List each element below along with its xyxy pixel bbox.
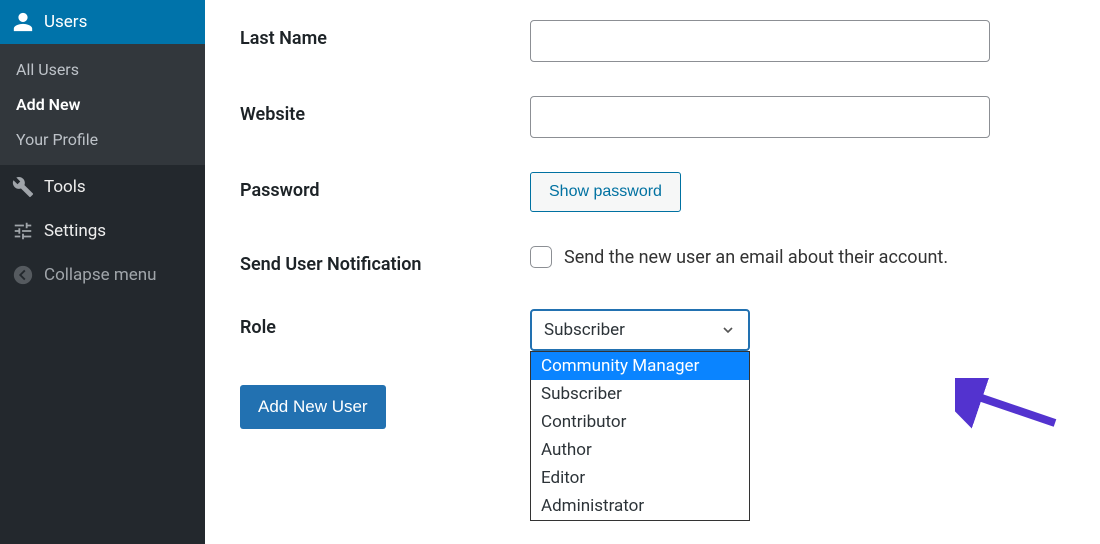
wrench-icon — [12, 176, 34, 198]
show-password-button[interactable]: Show password — [530, 172, 681, 212]
role-option-subscriber[interactable]: Subscriber — [531, 380, 749, 408]
sidebar-item-settings[interactable]: Settings — [0, 209, 205, 253]
label-website: Website — [240, 96, 530, 125]
sliders-icon — [12, 220, 34, 242]
submenu-your-profile[interactable]: Your Profile — [0, 122, 205, 157]
last-name-input[interactable] — [530, 20, 990, 62]
submenu-all-users[interactable]: All Users — [0, 52, 205, 87]
sidebar-item-tools[interactable]: Tools — [0, 165, 205, 209]
role-select-wrap: Subscriber Community Manager Subscriber … — [530, 309, 750, 351]
sidebar-section-users[interactable]: Users — [0, 0, 205, 44]
main-content: Last Name Website Password Show password… — [205, 0, 1100, 544]
label-last-name: Last Name — [240, 20, 530, 49]
label-role: Role — [240, 309, 530, 338]
website-input[interactable] — [530, 96, 990, 138]
role-option-contributor[interactable]: Contributor — [531, 408, 749, 436]
notification-checkbox[interactable] — [530, 246, 552, 268]
notification-checkbox-label: Send the new user an email about their a… — [564, 247, 948, 268]
label-notification: Send User Notification — [240, 246, 530, 275]
users-icon — [12, 11, 34, 33]
role-dropdown: Community Manager Subscriber Contributor… — [530, 351, 750, 521]
sidebar-collapse[interactable]: Collapse menu — [0, 253, 205, 297]
role-selected-value: Subscriber — [544, 320, 625, 340]
row-last-name: Last Name — [240, 20, 1100, 62]
row-website: Website — [240, 96, 1100, 138]
row-role: Role Subscriber Community Manager Subscr… — [240, 309, 1100, 351]
sidebar-item-label: Settings — [44, 221, 106, 241]
sidebar-item-label: Tools — [44, 177, 86, 197]
role-select[interactable]: Subscriber — [530, 309, 750, 351]
chevron-down-icon — [720, 322, 736, 338]
sidebar-section-label: Users — [44, 12, 87, 32]
sidebar-submenu: All Users Add New Your Profile — [0, 44, 205, 165]
row-notification: Send User Notification Send the new user… — [240, 246, 1100, 275]
collapse-label: Collapse menu — [44, 265, 157, 285]
role-option-administrator[interactable]: Administrator — [531, 492, 749, 520]
label-password: Password — [240, 172, 530, 201]
submenu-add-new[interactable]: Add New — [0, 87, 205, 122]
notification-checkbox-group: Send the new user an email about their a… — [530, 246, 948, 268]
add-new-user-button[interactable]: Add New User — [240, 385, 386, 429]
role-option-community-manager[interactable]: Community Manager — [531, 352, 749, 380]
role-option-editor[interactable]: Editor — [531, 464, 749, 492]
admin-sidebar: Users All Users Add New Your Profile Too… — [0, 0, 205, 544]
row-password: Password Show password — [240, 172, 1100, 212]
collapse-icon — [12, 264, 34, 286]
role-option-author[interactable]: Author — [531, 436, 749, 464]
